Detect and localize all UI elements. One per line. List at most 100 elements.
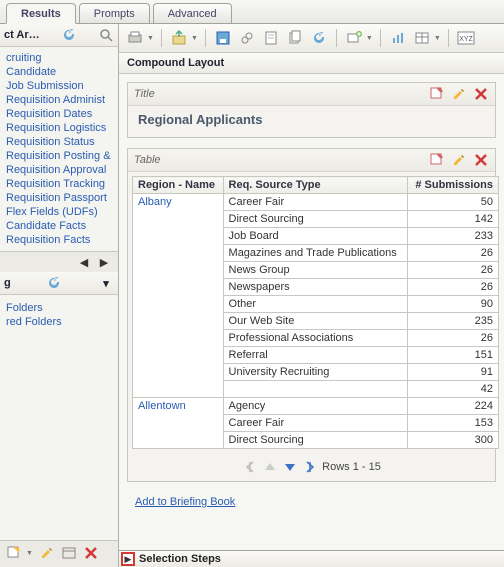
scroll-right-icon[interactable]: ▶ bbox=[96, 254, 112, 270]
table-column-header[interactable]: Req. Source Type bbox=[223, 177, 407, 194]
table-format-icon[interactable] bbox=[429, 152, 445, 168]
pager-label: Rows 1 - 15 bbox=[322, 461, 381, 473]
source-cell: Job Board bbox=[223, 228, 407, 245]
print-icon[interactable] bbox=[125, 28, 145, 48]
subject-area-item[interactable]: Candidate bbox=[6, 65, 112, 79]
table-pager: Rows 1 - 15 bbox=[128, 455, 495, 481]
print-menu-icon[interactable]: ▼ bbox=[147, 35, 154, 42]
subject-area-item[interactable]: Requisition Facts bbox=[6, 233, 112, 247]
source-cell: University Recruiting bbox=[223, 364, 407, 381]
submissions-cell: 42 bbox=[407, 381, 498, 398]
new-item-menu-icon[interactable]: ▼ bbox=[26, 550, 33, 557]
table-column-header[interactable]: # Submissions bbox=[407, 177, 498, 194]
cycle-icon[interactable] bbox=[237, 28, 257, 48]
submissions-cell: 300 bbox=[407, 432, 498, 449]
selection-steps-expand-icon[interactable]: ▶ bbox=[121, 552, 135, 566]
title-format-icon[interactable] bbox=[429, 86, 445, 102]
source-cell: Our Web Site bbox=[223, 313, 407, 330]
subject-area-item[interactable]: Requisition Administ bbox=[6, 93, 112, 107]
source-cell bbox=[223, 381, 407, 398]
subject-area-item[interactable]: Requisition Tracking bbox=[6, 177, 112, 191]
title-edit-icon[interactable] bbox=[451, 86, 467, 102]
export-menu-icon[interactable]: ▼ bbox=[191, 35, 198, 42]
source-cell: Referral bbox=[223, 347, 407, 364]
table-column-header[interactable]: Region - Name bbox=[133, 177, 224, 194]
selection-steps-bar: ▶ Selection Steps bbox=[119, 550, 504, 567]
tab-results[interactable]: Results bbox=[6, 3, 76, 24]
source-cell: Career Fair bbox=[223, 415, 407, 432]
copy-icon[interactable] bbox=[285, 28, 305, 48]
new-view-icon[interactable] bbox=[344, 28, 364, 48]
xyz-properties-icon[interactable]: XYZ bbox=[456, 28, 476, 48]
insert-table-menu-icon[interactable]: ▼ bbox=[434, 35, 441, 42]
tab-advanced[interactable]: Advanced bbox=[153, 3, 232, 23]
source-cell: News Group bbox=[223, 262, 407, 279]
results-table: Region - NameReq. Source Type# Submissio… bbox=[132, 176, 499, 449]
edit-pencil-icon[interactable] bbox=[39, 545, 55, 561]
submissions-cell: 26 bbox=[407, 279, 498, 296]
compound-layout-title: Compound Layout bbox=[119, 53, 504, 74]
new-view-menu-icon[interactable]: ▼ bbox=[366, 35, 373, 42]
chevron-down-icon[interactable]: ▾ bbox=[98, 275, 114, 291]
main-toolbar: ▼ ▼ ▼ ▼ XYZ bbox=[119, 24, 504, 53]
table-row: AlbanyCareer Fair50 bbox=[133, 194, 499, 211]
scroll-left-icon[interactable]: ◀ bbox=[76, 254, 92, 270]
submissions-cell: 233 bbox=[407, 228, 498, 245]
subject-area-item[interactable]: Requisition Status bbox=[6, 135, 112, 149]
table-edit-icon[interactable] bbox=[451, 152, 467, 168]
region-cell[interactable]: Allentown bbox=[133, 398, 224, 449]
pager-down-icon[interactable] bbox=[282, 459, 298, 475]
table-section-label: Table bbox=[134, 154, 161, 166]
subject-area-item[interactable]: Job Submission bbox=[6, 79, 112, 93]
table-row: AllentownAgency224 bbox=[133, 398, 499, 415]
catalog-folder-item[interactable]: Folders bbox=[6, 301, 112, 315]
subject-area-item[interactable]: Candidate Facts bbox=[6, 219, 112, 233]
refresh-icon[interactable] bbox=[309, 28, 329, 48]
refresh-icon[interactable] bbox=[61, 27, 77, 43]
table-delete-icon[interactable] bbox=[473, 152, 489, 168]
region-cell[interactable]: Albany bbox=[133, 194, 224, 398]
insert-table-icon[interactable] bbox=[412, 28, 432, 48]
submissions-cell: 91 bbox=[407, 364, 498, 381]
export-icon[interactable] bbox=[169, 28, 189, 48]
delete-icon[interactable] bbox=[83, 545, 99, 561]
results-panel: ▼ ▼ ▼ ▼ XYZ Compound Layout T bbox=[119, 24, 504, 567]
pager-last-icon[interactable] bbox=[302, 459, 318, 475]
catalog-refresh-icon[interactable] bbox=[46, 275, 62, 291]
source-cell: Professional Associations bbox=[223, 330, 407, 347]
catalog-title: g bbox=[4, 277, 11, 289]
subject-area-item[interactable]: Flex Fields (UDFs) bbox=[6, 205, 112, 219]
submissions-cell: 224 bbox=[407, 398, 498, 415]
subject-area-item[interactable]: Requisition Approval bbox=[6, 163, 112, 177]
pager-up-icon[interactable] bbox=[262, 459, 278, 475]
page-icon[interactable] bbox=[261, 28, 281, 48]
source-cell: Direct Sourcing bbox=[223, 432, 407, 449]
subject-area-item[interactable]: Requisition Posting & bbox=[6, 149, 112, 163]
save-icon[interactable] bbox=[213, 28, 233, 48]
insert-graph-icon[interactable] bbox=[388, 28, 408, 48]
submissions-cell: 90 bbox=[407, 296, 498, 313]
pager-first-icon[interactable] bbox=[242, 459, 258, 475]
subject-area-item[interactable]: Requisition Passport bbox=[6, 191, 112, 205]
new-item-icon[interactable] bbox=[6, 545, 22, 561]
source-cell: Career Fair bbox=[223, 194, 407, 211]
submissions-cell: 142 bbox=[407, 211, 498, 228]
subject-area-item[interactable]: Requisition Logistics bbox=[6, 121, 112, 135]
subject-area-list: cruitingCandidateJob SubmissionRequisiti… bbox=[0, 47, 118, 251]
source-cell: Other bbox=[223, 296, 407, 313]
properties-icon[interactable] bbox=[61, 545, 77, 561]
subject-area-item[interactable]: Requisition Dates bbox=[6, 107, 112, 121]
subject-area-item[interactable]: cruiting bbox=[6, 51, 112, 65]
add-to-briefing-book-link[interactable]: Add to Briefing Book bbox=[127, 492, 496, 512]
tab-bar: Results Prompts Advanced bbox=[0, 0, 504, 24]
source-cell: Magazines and Trade Publications bbox=[223, 245, 407, 262]
catalog-folder-list: Foldersred Folders bbox=[0, 295, 118, 335]
title-section: Title Regional Applicants bbox=[127, 82, 496, 138]
submissions-cell: 50 bbox=[407, 194, 498, 211]
catalog-folder-item[interactable]: red Folders bbox=[6, 315, 112, 329]
tab-prompts[interactable]: Prompts bbox=[79, 3, 150, 23]
submissions-cell: 26 bbox=[407, 245, 498, 262]
report-title: Regional Applicants bbox=[128, 106, 495, 137]
title-delete-icon[interactable] bbox=[473, 86, 489, 102]
search-icon[interactable] bbox=[98, 27, 114, 43]
